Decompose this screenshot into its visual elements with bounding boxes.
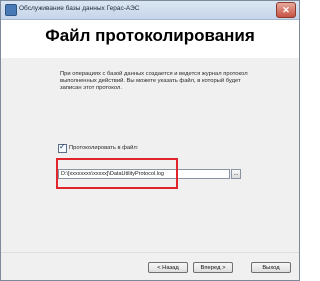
description-text: При операциях с базой данных создается и… (60, 71, 248, 91)
log-to-file-label: Протоколировать в файл: (69, 145, 139, 151)
content-panel: При операциях с базой данных создается и… (1, 58, 299, 253)
title-bar: Обслуживание базы данных Герас-АЭС ✕ (1, 1, 299, 20)
close-icon: ✕ (282, 5, 290, 15)
window-title: Обслуживание базы данных Герас-АЭС (19, 5, 140, 12)
wizard-window: Обслуживание базы данных Герас-АЭС ✕ Фай… (0, 0, 300, 281)
log-to-file-checkbox[interactable]: ✓ (58, 142, 67, 153)
page-title: Файл протоколирования (45, 26, 255, 45)
app-icon (5, 4, 17, 16)
footer-bar: < Назад Вперед > Выход (1, 252, 299, 280)
next-button[interactable]: Вперед > (193, 262, 233, 273)
checkmark-icon: ✓ (59, 142, 66, 151)
close-button[interactable]: ✕ (276, 2, 296, 18)
highlight-box (56, 158, 178, 189)
exit-button[interactable]: Выход (251, 262, 291, 273)
header-panel: Файл протоколирования (1, 20, 299, 58)
back-button[interactable]: < Назад (148, 262, 188, 273)
browse-button[interactable]: ... (231, 169, 241, 179)
